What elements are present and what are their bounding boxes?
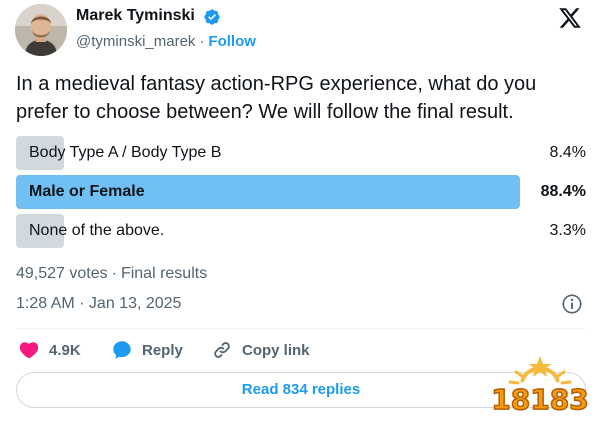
- poll-option: None of the above. 3.3%: [16, 214, 586, 248]
- poll-option-label: Male or Female: [29, 183, 145, 200]
- verified-badge-icon: [204, 9, 220, 25]
- handle-row: @tyminski_marek · Follow: [76, 33, 256, 50]
- poll-option-percent: 88.4%: [540, 183, 586, 200]
- poll-meta: 49,527 votes · Final results: [16, 265, 207, 283]
- poll-option: Body Type A / Body Type B 8.4%: [16, 136, 586, 170]
- poll-option-winner: Male or Female 88.4%: [16, 175, 586, 209]
- like-button[interactable]: 4.9K: [18, 338, 81, 362]
- x-logo-icon[interactable]: [558, 6, 582, 30]
- poll-option-label: Body Type A / Body Type B: [29, 144, 222, 161]
- poll-option-percent: 8.4%: [549, 144, 586, 161]
- follow-button[interactable]: Follow: [208, 33, 256, 50]
- poll-status: Final results: [120, 265, 208, 282]
- tweet-card: Marek Tyminski @tyminski_marek · Follow In…: [0, 0, 600, 428]
- tweet-text: In a medieval fantasy action-RPG experie…: [16, 73, 537, 123]
- poll-votes: 49,527 votes: [16, 265, 108, 282]
- poll-option-percent: 3.3%: [549, 222, 586, 239]
- like-count: 4.9K: [49, 341, 81, 359]
- copy-link-label: Copy link: [242, 341, 310, 359]
- author-name[interactable]: Marek Tyminski: [76, 7, 195, 25]
- avatar[interactable]: [15, 4, 67, 56]
- watermark-logo: 18183: [492, 356, 588, 417]
- watermark-text: 18183: [492, 383, 588, 416]
- link-icon: [214, 342, 230, 358]
- divider: [16, 328, 586, 329]
- author-handle[interactable]: @tyminski_marek: [76, 33, 195, 50]
- reply-bubble-icon: [113, 341, 131, 359]
- reply-button[interactable]: Reply: [111, 338, 183, 362]
- tweet-timestamp[interactable]: 1:28 AM · Jan 13, 2025: [16, 295, 181, 313]
- poll-option-label: None of the above.: [29, 222, 165, 239]
- heart-icon: [19, 342, 39, 359]
- reply-label: Reply: [142, 341, 183, 359]
- separator: ·: [111, 265, 117, 282]
- info-icon[interactable]: [561, 293, 583, 315]
- separator: ·: [199, 33, 205, 50]
- copy-link-button[interactable]: Copy link: [211, 338, 310, 362]
